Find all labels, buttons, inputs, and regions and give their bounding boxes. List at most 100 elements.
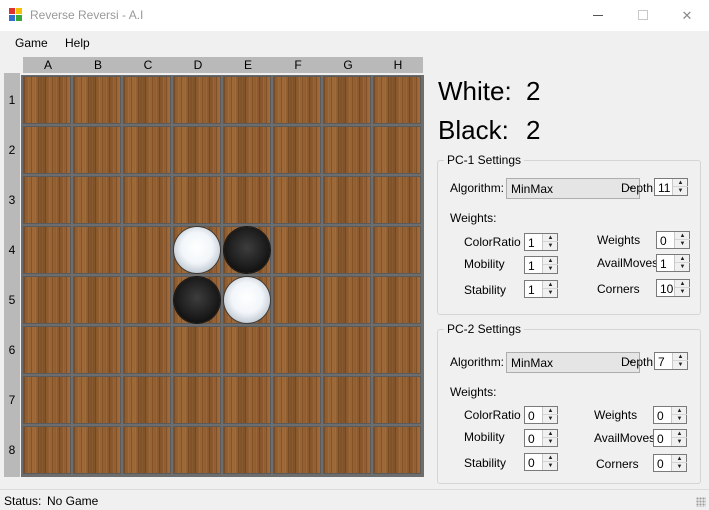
board-cell-D4[interactable] [173,226,221,274]
board-cell-A2[interactable] [23,126,71,174]
down-arrow-icon[interactable]: ▼ [543,242,558,250]
board-cell-F8[interactable] [273,426,321,474]
board-cell-C5[interactable] [123,276,171,324]
board-cell-G1[interactable] [323,76,371,124]
board-cell-D7[interactable] [173,376,221,424]
board-cell-G4[interactable] [323,226,371,274]
pc1-weights-stepper[interactable]: 0 ▲ ▼ [656,231,690,249]
board-cell-G6[interactable] [323,326,371,374]
board-cell-E2[interactable] [223,126,271,174]
menu-help[interactable]: Help [65,36,90,50]
board-cell-F4[interactable] [273,226,321,274]
board-cell-G8[interactable] [323,426,371,474]
board-cell-B2[interactable] [73,126,121,174]
pc1-color-ratio-stepper[interactable]: 1 ▲ ▼ [524,233,558,251]
down-arrow-icon[interactable]: ▼ [675,263,690,271]
board-cell-E4[interactable] [223,226,271,274]
board-cell-H7[interactable] [373,376,421,424]
pc2-mobility-stepper[interactable]: 0 ▲ ▼ [524,429,558,447]
board-cell-F1[interactable] [273,76,321,124]
board-cell-A8[interactable] [23,426,71,474]
board-cell-A3[interactable] [23,176,71,224]
up-arrow-icon[interactable]: ▲ [672,430,687,438]
pc2-corners-stepper[interactable]: 0 ▲ ▼ [653,454,687,472]
board-cell-G7[interactable] [323,376,371,424]
board-cell-C3[interactable] [123,176,171,224]
board-cell-C7[interactable] [123,376,171,424]
board-cell-D6[interactable] [173,326,221,374]
up-arrow-icon[interactable]: ▲ [672,407,687,415]
board-cell-G5[interactable] [323,276,371,324]
down-arrow-icon[interactable]: ▼ [543,289,558,297]
board-cell-G2[interactable] [323,126,371,174]
up-arrow-icon[interactable]: ▲ [675,255,690,263]
pc2-algorithm-select[interactable]: MinMax ⌄ [506,352,640,373]
board-cell-F7[interactable] [273,376,321,424]
pc2-stability-stepper[interactable]: 0 ▲ ▼ [524,453,558,471]
up-arrow-icon[interactable]: ▲ [673,353,688,361]
down-arrow-icon[interactable]: ▼ [673,361,688,369]
board-cell-A4[interactable] [23,226,71,274]
pc1-mobility-stepper[interactable]: 1 ▲ ▼ [524,256,558,274]
down-arrow-icon[interactable]: ▼ [673,187,688,195]
pc2-avail-moves-stepper[interactable]: 0 ▲ ▼ [653,429,687,447]
down-arrow-icon[interactable]: ▼ [543,438,558,446]
board-cell-C8[interactable] [123,426,171,474]
board-cell-A6[interactable] [23,326,71,374]
pc1-depth-stepper[interactable]: 11 ▲ ▼ [654,178,688,196]
up-arrow-icon[interactable]: ▲ [543,454,558,462]
minimize-button[interactable] [575,0,621,31]
board-cell-B7[interactable] [73,376,121,424]
board-cell-B5[interactable] [73,276,121,324]
board-cell-F5[interactable] [273,276,321,324]
board-cell-H5[interactable] [373,276,421,324]
board-cell-E6[interactable] [223,326,271,374]
board-cell-C6[interactable] [123,326,171,374]
up-arrow-icon[interactable]: ▲ [543,234,558,242]
board-cell-H6[interactable] [373,326,421,374]
down-arrow-icon[interactable]: ▼ [675,240,690,248]
board-cell-D2[interactable] [173,126,221,174]
menu-game[interactable]: Game [15,36,48,50]
pc2-depth-stepper[interactable]: 7 ▲ ▼ [654,352,688,370]
board-cell-A5[interactable] [23,276,71,324]
board-cell-A1[interactable] [23,76,71,124]
pc1-algorithm-select[interactable]: MinMax ⌄ [506,178,640,199]
board-cell-H3[interactable] [373,176,421,224]
board-cell-F2[interactable] [273,126,321,174]
board-cell-C4[interactable] [123,226,171,274]
board-cell-D1[interactable] [173,76,221,124]
up-arrow-icon[interactable]: ▲ [543,407,558,415]
pc1-stability-stepper[interactable]: 1 ▲ ▼ [524,280,558,298]
down-arrow-icon[interactable]: ▼ [543,415,558,423]
board-cell-E1[interactable] [223,76,271,124]
board-cell-G3[interactable] [323,176,371,224]
down-arrow-icon[interactable]: ▼ [672,415,687,423]
board-cell-B4[interactable] [73,226,121,274]
board-cell-H1[interactable] [373,76,421,124]
board-cell-H8[interactable] [373,426,421,474]
up-arrow-icon[interactable]: ▲ [543,257,558,265]
board-cell-B6[interactable] [73,326,121,374]
board-cell-H4[interactable] [373,226,421,274]
pc1-avail-moves-stepper[interactable]: 1 ▲ ▼ [656,254,690,272]
board-cell-C1[interactable] [123,76,171,124]
down-arrow-icon[interactable]: ▼ [675,288,690,296]
board-cell-B8[interactable] [73,426,121,474]
board-cell-A7[interactable] [23,376,71,424]
board-cell-F6[interactable] [273,326,321,374]
board-cell-H2[interactable] [373,126,421,174]
pc1-corners-stepper[interactable]: 10 ▲ ▼ [656,279,690,297]
pc2-color-ratio-stepper[interactable]: 0 ▲ ▼ [524,406,558,424]
up-arrow-icon[interactable]: ▲ [543,281,558,289]
board-cell-E8[interactable] [223,426,271,474]
board-cell-B3[interactable] [73,176,121,224]
pc2-weights-stepper[interactable]: 0 ▲ ▼ [653,406,687,424]
board-cell-B1[interactable] [73,76,121,124]
board-cell-E3[interactable] [223,176,271,224]
down-arrow-icon[interactable]: ▼ [672,438,687,446]
up-arrow-icon[interactable]: ▲ [672,455,687,463]
board-cell-D8[interactable] [173,426,221,474]
down-arrow-icon[interactable]: ▼ [543,462,558,470]
board-cell-E5[interactable] [223,276,271,324]
